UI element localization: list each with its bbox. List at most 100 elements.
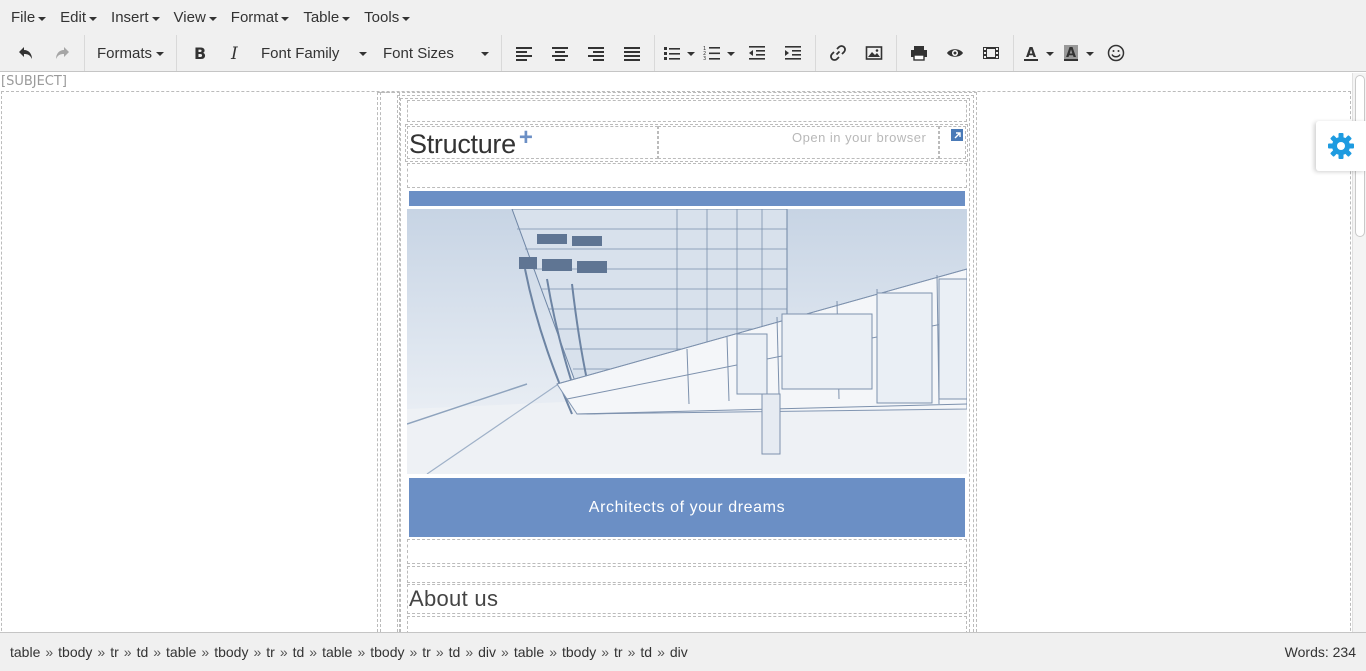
path-item[interactable]: tbody [58, 644, 92, 660]
chevron-down-icon [281, 16, 290, 21]
statusbar: table» tbody» tr» td» table» tbody» tr» td» tabl… [0, 632, 1366, 671]
about-heading: About us [409, 586, 499, 611]
chevron-down-icon [208, 16, 217, 21]
align-group [501, 35, 654, 71]
element-path: table» tbody» tr» td» table» tbody» tr» td» tabl… [10, 644, 688, 660]
path-item[interactable]: table [514, 644, 544, 660]
path-separator: » [549, 644, 557, 660]
path-item[interactable]: tr [110, 644, 119, 660]
path-item[interactable]: tbody [214, 644, 248, 660]
media-icon [983, 47, 1000, 59]
align-justify-icon [624, 47, 641, 61]
redo-button[interactable] [44, 38, 80, 68]
menu-tools[interactable]: Tools [357, 0, 417, 35]
align-left-icon [516, 47, 533, 61]
path-separator: » [97, 644, 106, 660]
menu-file[interactable]: File [4, 0, 53, 35]
emoticons-button[interactable] [1098, 38, 1134, 68]
redo-icon [56, 47, 69, 59]
path-item[interactable]: table [322, 644, 352, 660]
path-separator: » [435, 644, 444, 660]
path-item[interactable]: td [293, 644, 305, 660]
image-button[interactable] [856, 38, 892, 68]
path-separator: » [501, 644, 509, 660]
bold-button[interactable]: B [181, 38, 217, 68]
svg-text:A: A [1066, 46, 1076, 61]
path-item[interactable]: tbody [370, 644, 404, 660]
font-sizes-select[interactable]: Font Sizes [375, 38, 497, 68]
path-separator: » [627, 644, 636, 660]
path-item[interactable]: tbody [562, 644, 596, 660]
path-item[interactable]: table [10, 644, 40, 660]
path-separator: » [45, 644, 54, 660]
path-item[interactable]: div [670, 644, 688, 660]
path-separator: » [409, 644, 418, 660]
italic-button[interactable]: I [217, 38, 253, 68]
background-color-button[interactable]: A [1058, 38, 1098, 68]
numbered-list-button[interactable]: 123 [699, 38, 739, 68]
view-group [896, 35, 1013, 71]
bullet-list-icon [664, 47, 681, 60]
menu-table[interactable]: Table [296, 0, 357, 35]
media-button[interactable] [973, 38, 1009, 68]
bold-icon: B [194, 44, 206, 62]
style-group: B I Font Family Font Sizes [176, 35, 501, 71]
path-separator: » [201, 644, 210, 660]
path-item[interactable]: tr [614, 644, 623, 660]
align-center-button[interactable] [542, 38, 578, 68]
menubar: File Edit Insert View Format Table Tools [0, 0, 1366, 35]
preview-icon [947, 49, 964, 57]
svg-text:I: I [230, 44, 238, 62]
svg-text:3: 3 [703, 56, 706, 62]
path-separator: » [657, 644, 665, 660]
menu-view[interactable]: View [167, 0, 224, 35]
path-item[interactable]: td [137, 644, 149, 660]
italic-icon: I [230, 44, 238, 62]
bullet-list-button[interactable] [659, 38, 699, 68]
align-justify-button[interactable] [614, 38, 650, 68]
text-color-icon: A [1024, 46, 1039, 61]
chevron-down-icon [342, 16, 351, 21]
path-item[interactable]: td [449, 644, 461, 660]
print-button[interactable] [901, 38, 937, 68]
outdent-button[interactable] [739, 38, 775, 68]
background-color-icon: A [1064, 45, 1079, 61]
table-outline [407, 163, 967, 188]
link-icon [830, 45, 846, 61]
chevron-down-icon [727, 52, 736, 56]
path-separator: » [253, 644, 262, 660]
arrow-icon [954, 132, 961, 139]
external-link-icon[interactable] [951, 129, 963, 141]
link-button[interactable] [820, 38, 856, 68]
editor-body[interactable]: [SUBJECT] Structure + Open in your browse… [0, 73, 1352, 632]
table-outline [407, 616, 967, 632]
menu-format[interactable]: Format [224, 0, 297, 35]
text-color-button[interactable]: A [1018, 38, 1058, 68]
path-separator: » [279, 644, 288, 660]
font-family-select[interactable]: Font Family [253, 38, 375, 68]
path-item[interactable]: table [166, 644, 196, 660]
path-item[interactable]: td [640, 644, 652, 660]
path-separator: » [601, 644, 610, 660]
outdent-icon [749, 46, 766, 60]
chevron-down-icon [38, 16, 47, 21]
open-in-browser-link[interactable]: Open in your browser [792, 130, 926, 145]
path-item[interactable]: tr [266, 644, 275, 660]
align-right-button[interactable] [578, 38, 614, 68]
chevron-down-icon [481, 52, 490, 56]
formats-dropdown[interactable]: Formats [89, 38, 172, 68]
path-item[interactable]: tr [422, 644, 431, 660]
menu-edit[interactable]: Edit [53, 0, 104, 35]
header-bar [409, 191, 965, 206]
chevron-down-icon [687, 52, 696, 56]
align-left-button[interactable] [506, 38, 542, 68]
undo-button[interactable] [8, 38, 44, 68]
indent-button[interactable] [775, 38, 811, 68]
settings-button[interactable] [1316, 121, 1366, 171]
chevron-down-icon [89, 16, 98, 21]
chevron-down-icon [402, 16, 411, 21]
subject-placeholder: [SUBJECT] [1, 74, 67, 89]
preview-button[interactable] [937, 38, 973, 68]
path-item[interactable]: div [478, 644, 496, 660]
menu-insert[interactable]: Insert [104, 0, 167, 35]
